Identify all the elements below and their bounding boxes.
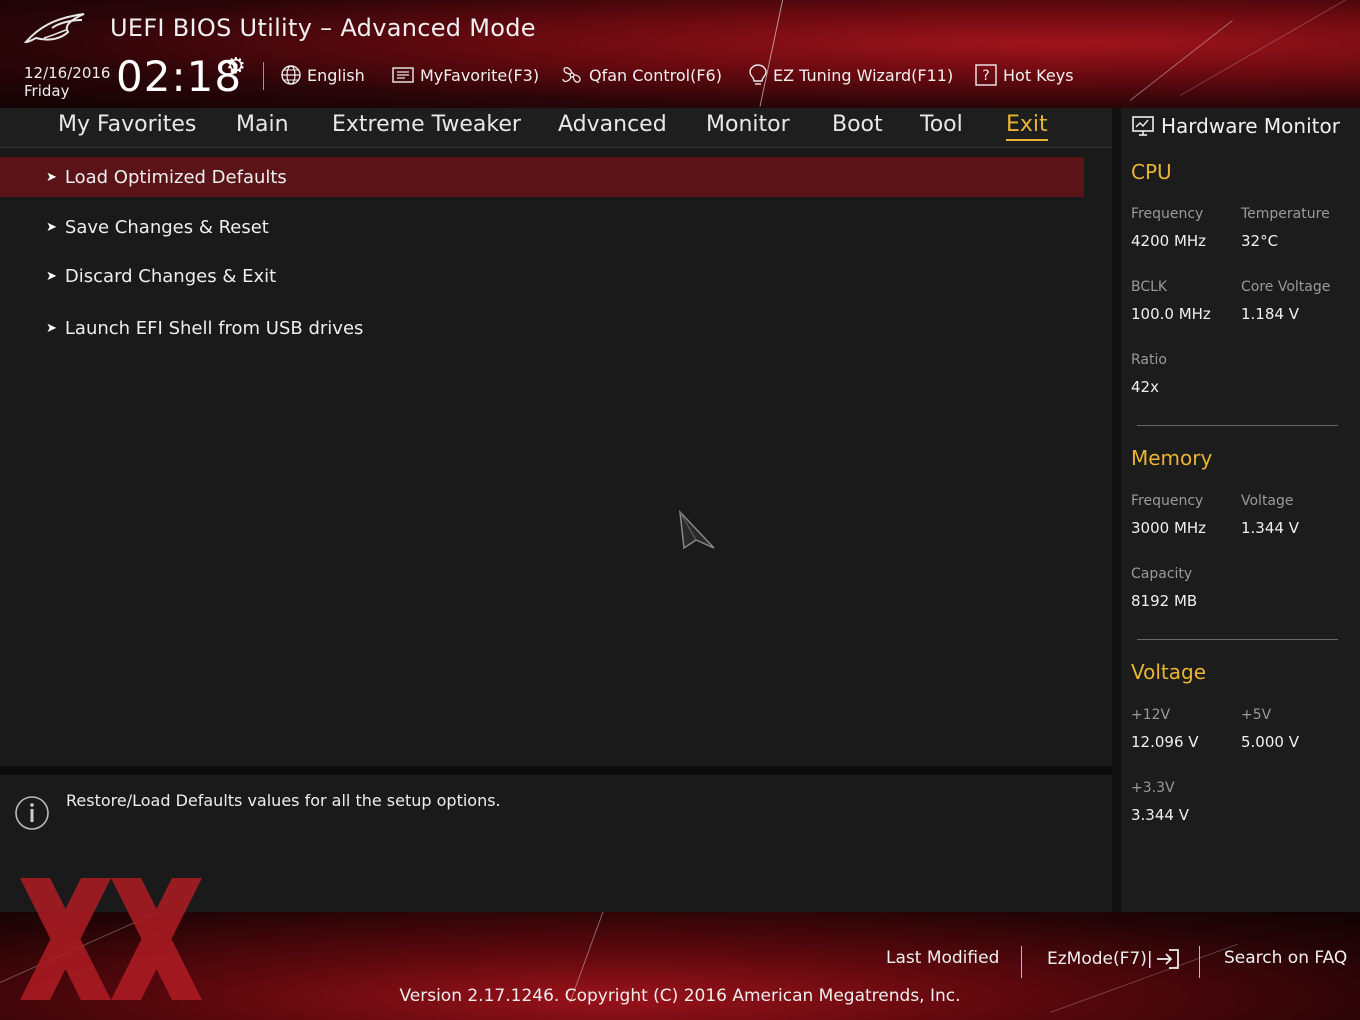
clock-settings-gear-icon[interactable]: ⚙ (226, 54, 246, 79)
cpu-heading: CPU (1131, 160, 1172, 184)
memory-voltage-value: 1.344 V (1241, 519, 1299, 537)
footer-separator (1021, 946, 1022, 978)
main-nav: My Favorites Main Extreme Tweaker Advanc… (0, 108, 1112, 148)
memory-capacity-value: 8192 MB (1131, 592, 1198, 610)
hardware-monitor-title: Hardware Monitor (1131, 114, 1340, 138)
monitor-icon (1132, 116, 1154, 136)
clock-display: 02:18 (116, 52, 243, 101)
memory-frequency-label: Frequency (1131, 493, 1204, 509)
memory-capacity-label: Capacity (1131, 566, 1193, 582)
last-modified-button[interactable]: Last Modified (886, 948, 999, 968)
exit-arrow-icon (1156, 949, 1179, 969)
memory-voltage-label: Voltage (1241, 493, 1294, 509)
arrow-right-icon: ➤ (46, 268, 57, 284)
cpu-frequency-label: Frequency (1131, 206, 1204, 222)
memory-frequency-value: 3000 MHz (1131, 519, 1207, 537)
voltage-heading: Voltage (1131, 660, 1207, 684)
arrow-right-icon: ➤ (46, 320, 57, 336)
footer-separator (1199, 946, 1200, 978)
ez-mode-button[interactable]: EzMode(F7)| (1047, 948, 1181, 970)
tab-tool[interactable]: Tool (920, 112, 963, 137)
voltage-3v3-label: +3.3V (1131, 780, 1175, 796)
menu-item-label: Load Optimized Defaults (64, 166, 287, 188)
fan-icon (562, 66, 581, 83)
favorite-list-icon (392, 67, 414, 83)
cpu-frequency-value: 4200 MHz (1131, 232, 1207, 250)
xx-watermark-logo-icon (20, 878, 202, 1000)
ez-tuning-wizard-button[interactable]: EZ Tuning Wizard(F11) (748, 62, 953, 88)
hot-keys-button[interactable]: ? Hot Keys (974, 62, 1074, 88)
qfan-label: Qfan Control(F6) (589, 65, 722, 85)
hw-section-separator (1137, 639, 1338, 640)
voltage-5v-label: +5V (1241, 707, 1272, 723)
hw-section-separator (1137, 425, 1338, 426)
date-display: 12/16/2016 Friday (24, 64, 110, 100)
voltage-12v-value: 12.096 V (1131, 733, 1199, 751)
voltage-12v-label: +12V (1131, 707, 1171, 723)
tab-main[interactable]: Main (236, 112, 289, 137)
hot-keys-label: Hot Keys (1003, 65, 1074, 85)
voltage-5v-value: 5.000 V (1241, 733, 1299, 751)
cpu-bclk-value: 100.0 MHz (1131, 305, 1211, 323)
tab-exit[interactable]: Exit (1006, 112, 1048, 141)
cpu-temperature-label: Temperature (1241, 206, 1330, 222)
cpu-bclk-label: BCLK (1131, 279, 1168, 295)
menu-item-label: Launch EFI Shell from USB drives (64, 317, 364, 339)
search-faq-button[interactable]: Search on FAQ (1224, 948, 1347, 968)
my-favorite-button[interactable]: MyFavorite(F3) (391, 62, 539, 88)
menu-item-label: Discard Changes & Exit (64, 265, 277, 287)
menu-item-label: Save Changes & Reset (64, 216, 269, 238)
language-button[interactable]: English (280, 62, 365, 88)
tab-monitor[interactable]: Monitor (706, 112, 790, 137)
version-copyright: Version 2.17.1246. Copyright (C) 2016 Am… (399, 986, 961, 1006)
qfan-control-button[interactable]: Qfan Control(F6) (560, 62, 722, 88)
exit-menu-panel: ➤ Load Optimized Defaults ➤ Save Changes… (0, 148, 1112, 766)
help-question-icon: ? (975, 64, 997, 86)
tab-my-favorites[interactable]: My Favorites (58, 112, 196, 137)
globe-icon (281, 65, 301, 85)
cpu-ratio-value: 42x (1131, 378, 1159, 396)
info-icon (15, 796, 49, 830)
tab-advanced[interactable]: Advanced (558, 112, 667, 137)
memory-heading: Memory (1131, 446, 1213, 470)
hardware-monitor-label: Hardware Monitor (1161, 114, 1340, 138)
help-description: Restore/Load Defaults values for all the… (66, 791, 501, 810)
ez-mode-label: EzMode(F7)| (1047, 949, 1153, 969)
panel-divider (0, 766, 1112, 775)
arrow-right-icon: ➤ (46, 169, 57, 185)
hardware-monitor-panel: Hardware Monitor CPU Frequency Temperatu… (1112, 108, 1360, 912)
menu-item-save-changes-reset[interactable]: ➤ Save Changes & Reset (0, 207, 1084, 247)
cpu-temperature-value: 32°C (1241, 232, 1279, 250)
svg-text:?: ? (982, 68, 989, 84)
voltage-3v3-value: 3.344 V (1131, 806, 1189, 824)
tab-boot[interactable]: Boot (832, 112, 883, 137)
mouse-cursor-icon (679, 510, 715, 550)
day-text: Friday (24, 82, 70, 100)
cpu-core-voltage-label: Core Voltage (1241, 279, 1331, 295)
language-label: English (307, 65, 365, 85)
date-text: 12/16/2016 (24, 64, 111, 82)
menu-item-load-optimized-defaults[interactable]: ➤ Load Optimized Defaults (0, 157, 1084, 197)
cpu-core-voltage-value: 1.184 V (1241, 305, 1299, 323)
menu-item-discard-changes-exit[interactable]: ➤ Discard Changes & Exit (0, 256, 1084, 296)
rog-logo-icon (24, 13, 85, 44)
menu-item-launch-efi-shell[interactable]: ➤ Launch EFI Shell from USB drives (0, 308, 1084, 348)
tab-extreme-tweaker[interactable]: Extreme Tweaker (332, 112, 521, 137)
arrow-right-icon: ➤ (46, 219, 57, 235)
ez-tuning-label: EZ Tuning Wizard(F11) (773, 65, 954, 85)
cpu-ratio-label: Ratio (1131, 352, 1167, 368)
page-title: UEFI BIOS Utility – Advanced Mode (110, 14, 536, 42)
header-separator (263, 62, 264, 90)
my-favorite-label: MyFavorite(F3) (420, 65, 540, 85)
lightbulb-icon (749, 64, 767, 85)
